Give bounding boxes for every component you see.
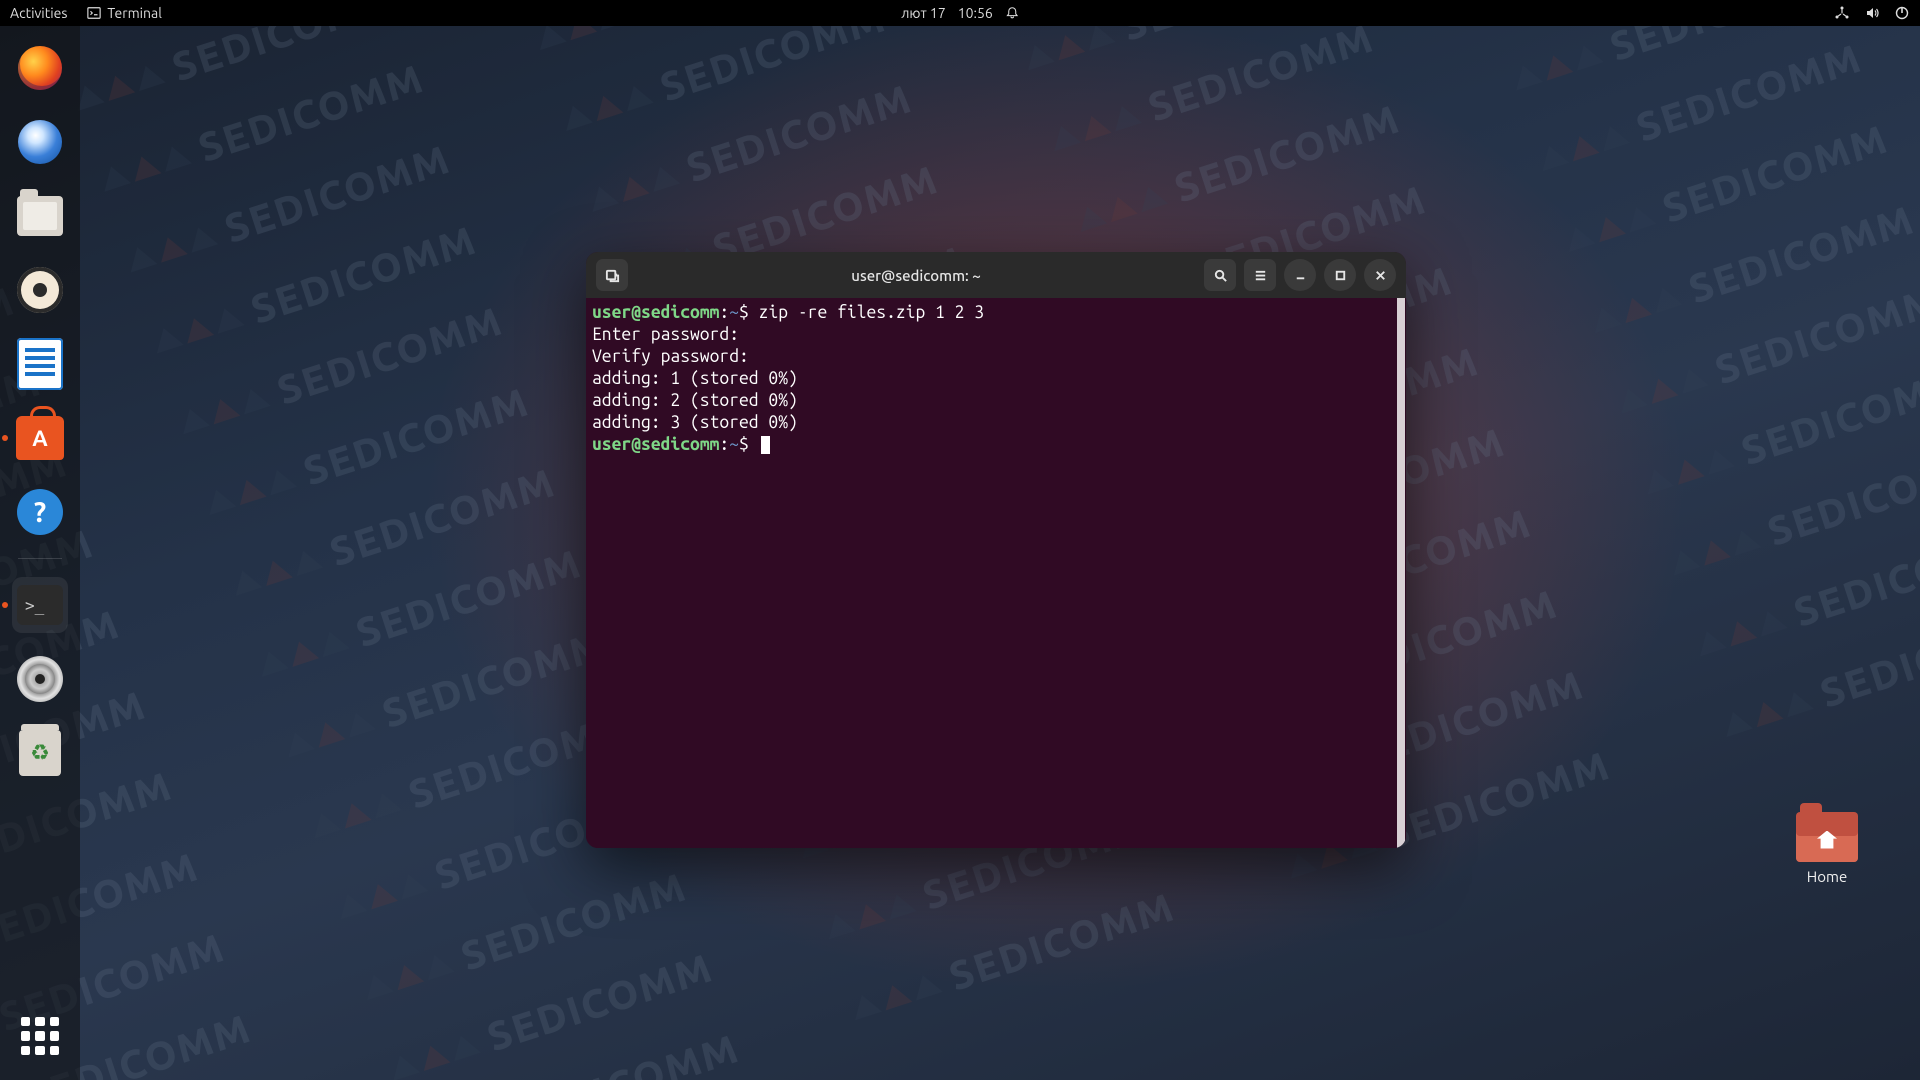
terminal-command: zip -re files.zip 1 2 3 [759,303,984,322]
terminal-line: user@sedicomm:~$ zip -re files.zip 1 2 3 [592,302,1400,324]
software-icon [16,416,64,460]
thunderbird-icon [18,120,62,164]
terminal-app-icon: >_ [17,585,63,625]
disc-icon [17,656,63,702]
help-icon: ? [17,489,63,535]
search-button[interactable] [1204,259,1236,291]
terminal-cursor [761,436,770,454]
dock-files[interactable] [12,188,68,244]
minimize-button[interactable] [1284,259,1316,291]
active-app-menu[interactable]: Terminal [87,5,162,21]
apps-grid-icon [21,1017,59,1055]
close-button[interactable] [1364,259,1396,291]
dock-disk[interactable] [12,651,68,707]
dock-help[interactable]: ? [12,484,68,540]
maximize-icon [1333,268,1348,283]
desktop-home-folder[interactable]: Home [1796,812,1858,885]
dock-rhythmbox[interactable] [12,262,68,318]
hamburger-icon [1253,268,1268,283]
dock-ubuntu-software[interactable] [12,410,68,466]
prompt-path: ~ [729,303,739,322]
bell-icon [1005,6,1019,20]
dock-firefox[interactable] [12,40,68,96]
top-bar: Activities Terminal лют 17 10:56 [0,0,1920,26]
system-status-area[interactable] [1834,5,1910,21]
terminal-line: adding: 2 (stored 0%) [592,390,1400,412]
time-label: 10:56 [958,5,993,21]
trash-icon [19,730,61,776]
volume-icon [1864,5,1880,21]
show-applications-button[interactable] [12,1008,68,1064]
titlebar[interactable]: user@sedicomm: ~ [586,252,1406,298]
terminal-line: adding: 3 (stored 0%) [592,412,1400,434]
active-app-name: Terminal [107,5,162,21]
dock-terminal[interactable]: >_ [12,577,68,633]
desktop[interactable]: SEDICOMMSEDICOMMSEDICOMMSEDICOMMSEDICOMM… [0,26,1920,1080]
date-label: лют 17 [901,5,946,21]
menu-button[interactable] [1244,259,1276,291]
power-icon [1894,5,1910,21]
firefox-icon [18,46,62,90]
terminal-line: Enter password: [592,324,1400,346]
clock-area[interactable]: лют 17 10:56 [901,5,1019,21]
rhythmbox-icon [17,267,63,313]
terminal-icon [87,6,101,20]
home-folder-icon [1796,812,1858,862]
dock-libreoffice-writer[interactable] [12,336,68,392]
maximize-button[interactable] [1324,259,1356,291]
minimize-icon [1293,268,1308,283]
terminal-line: Verify password: [592,346,1400,368]
terminal-window[interactable]: user@sedicomm: ~ user@sedicomm:~$ zip -r… [586,252,1406,848]
close-icon [1373,268,1388,283]
terminal-line: user@sedicomm:~$ [592,434,1400,456]
writer-icon [17,338,63,390]
network-icon [1834,5,1850,21]
prompt-symbol: $ [739,303,749,322]
new-tab-icon [605,268,620,283]
dock-separator [18,558,62,559]
search-icon [1213,268,1228,283]
prompt-user: user [592,303,631,322]
dock: ? >_ [0,26,80,1080]
terminal-scrollbar[interactable] [1397,298,1405,848]
new-tab-button[interactable] [596,259,628,291]
desktop-icon-label: Home [1807,868,1847,885]
terminal-line: adding: 1 (stored 0%) [592,368,1400,390]
window-title: user@sedicomm: ~ [636,267,1196,284]
dock-trash[interactable] [12,725,68,781]
terminal-content[interactable]: user@sedicomm:~$ zip -re files.zip 1 2 3… [586,298,1406,848]
prompt-host: sedicomm [641,303,719,322]
files-icon [17,196,63,236]
activities-button[interactable]: Activities [10,5,67,21]
dock-thunderbird[interactable] [12,114,68,170]
